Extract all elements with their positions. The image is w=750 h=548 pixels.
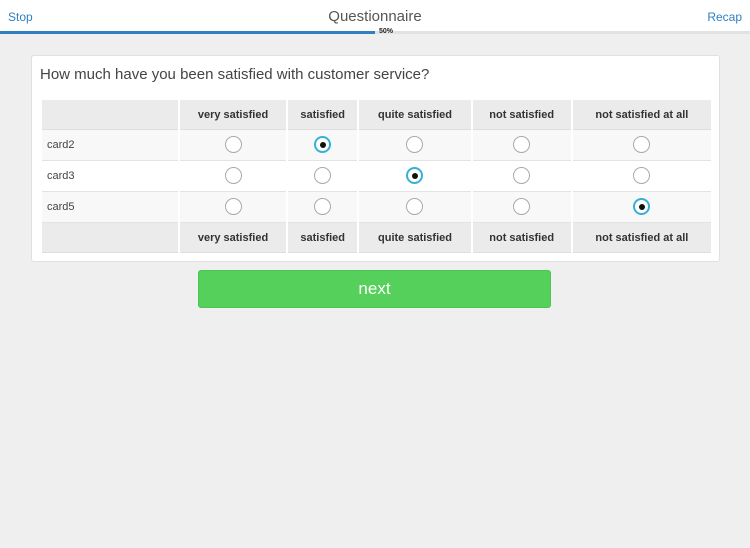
row-label: card2 xyxy=(42,130,178,161)
radio-button[interactable] xyxy=(633,198,651,216)
column-header: not satisfied xyxy=(472,223,571,253)
row-label: card5 xyxy=(42,192,178,223)
answer-cell xyxy=(472,130,571,161)
answer-cell xyxy=(288,161,358,192)
radio-button[interactable] xyxy=(513,136,531,154)
header-blank-cell xyxy=(42,100,178,130)
footer-header-row: very satisfied satisfied quite satisfied… xyxy=(42,223,711,253)
answer-cell xyxy=(288,192,358,223)
radio-button[interactable] xyxy=(633,136,651,154)
radio-button[interactable] xyxy=(314,136,332,154)
recap-link[interactable]: Recap xyxy=(707,10,742,24)
progress-fill xyxy=(0,31,375,34)
answer-cell xyxy=(359,130,471,161)
top-bar: Stop Questionnaire Recap xyxy=(0,0,750,33)
next-button[interactable]: next xyxy=(198,270,551,308)
column-header: very satisfied xyxy=(180,100,287,130)
radio-button[interactable] xyxy=(224,198,242,216)
radio-button[interactable] xyxy=(406,167,424,185)
column-header: satisfied xyxy=(288,100,358,130)
answer-cell xyxy=(572,192,711,223)
answer-cell xyxy=(180,130,287,161)
progress-bar xyxy=(0,31,750,34)
table-row: card5 xyxy=(42,192,711,223)
question-text: How much have you been satisfied with cu… xyxy=(40,66,430,83)
column-header: quite satisfied xyxy=(359,223,471,253)
question-card: How much have you been satisfied with cu… xyxy=(31,55,720,262)
radio-button[interactable] xyxy=(406,136,424,154)
answer-cell xyxy=(288,130,358,161)
radio-button[interactable] xyxy=(314,167,332,185)
answer-cell xyxy=(472,192,571,223)
radio-button[interactable] xyxy=(224,167,242,185)
answer-cell xyxy=(359,192,471,223)
answer-cell xyxy=(572,161,711,192)
column-header: very satisfied xyxy=(180,223,287,253)
row-label: card3 xyxy=(42,161,178,192)
radio-button[interactable] xyxy=(633,167,651,185)
page-title: Questionnaire xyxy=(328,8,422,25)
radio-button[interactable] xyxy=(406,198,424,216)
progress-label: 50% xyxy=(379,28,394,35)
column-header: not satisfied xyxy=(472,100,571,130)
column-header: quite satisfied xyxy=(359,100,471,130)
radio-button[interactable] xyxy=(224,136,242,154)
column-header: satisfied xyxy=(288,223,358,253)
radio-button[interactable] xyxy=(314,198,332,216)
table-row: card3 xyxy=(42,161,711,192)
answer-cell xyxy=(180,161,287,192)
answer-cell xyxy=(472,161,571,192)
radio-button[interactable] xyxy=(513,167,531,185)
answer-cell xyxy=(180,192,287,223)
column-header: not satisfied at all xyxy=(572,223,711,253)
answer-cell xyxy=(572,130,711,161)
header-row: very satisfied satisfied quite satisfied… xyxy=(42,100,711,130)
table-row: card2 xyxy=(42,130,711,161)
answer-cell xyxy=(359,161,471,192)
answer-grid: very satisfied satisfied quite satisfied… xyxy=(40,100,713,253)
radio-button[interactable] xyxy=(513,198,531,216)
column-header: not satisfied at all xyxy=(572,100,711,130)
header-blank-cell xyxy=(42,223,178,253)
